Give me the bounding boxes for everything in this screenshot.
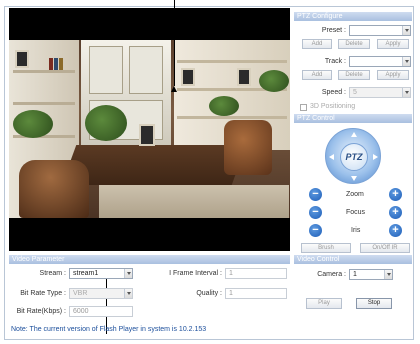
zoom-label: Zoom [346, 191, 364, 198]
arrow-left-icon[interactable] [329, 154, 334, 160]
zoom-out-button[interactable]: − [309, 188, 322, 201]
quality-input[interactable]: 1 [225, 288, 287, 299]
preset-apply-button[interactable]: Apply [377, 39, 409, 49]
track-add-button[interactable]: Add [302, 70, 332, 80]
onoff-ir-button[interactable]: On/Off IR [360, 243, 410, 253]
ptz-configure-header: PTZ Configure [294, 12, 412, 21]
arrow-up-icon[interactable] [351, 132, 357, 137]
chevron-down-icon [402, 26, 410, 35]
bitrate-type-label: Bit Rate Type : [20, 290, 66, 297]
track-delete-button[interactable]: Delete [338, 70, 370, 80]
speed-select[interactable]: 5 [349, 87, 411, 98]
stream-label: Stream : [39, 270, 66, 277]
3d-positioning-label: 3D Positioning [310, 103, 356, 110]
iframe-interval-label: I Frame Interval : [169, 270, 222, 277]
video-parameter-header: Video Parameter [9, 255, 290, 264]
pointer-line-top [174, 0, 175, 86]
chevron-down-icon [402, 88, 410, 97]
iris-open-button[interactable]: + [389, 224, 402, 237]
speed-label: Speed : [321, 89, 346, 96]
iris-label: Iris [351, 227, 361, 234]
ptz-direction-wheel[interactable]: PTZ [325, 128, 381, 184]
iris-close-button[interactable]: − [309, 224, 322, 237]
zoom-in-button[interactable]: + [389, 188, 402, 201]
stop-button[interactable]: Stop [356, 298, 392, 309]
iframe-interval-input[interactable]: 1 [225, 268, 287, 279]
stream-select[interactable]: stream1 [69, 268, 133, 279]
track-select[interactable] [349, 56, 411, 67]
focus-out-button[interactable]: − [309, 206, 322, 219]
arrow-down-icon[interactable] [351, 176, 357, 181]
video-preview[interactable] [9, 8, 290, 251]
pointer-arrow-top [171, 86, 177, 92]
preset-delete-button[interactable]: Delete [338, 39, 370, 49]
brush-button[interactable]: Brush [301, 243, 351, 253]
preset-select[interactable] [349, 25, 411, 36]
quality-label: Quality : [196, 290, 222, 297]
play-button[interactable]: Play [306, 298, 342, 309]
video-control-header: Video Control [294, 255, 412, 264]
camera-label: Camera : [317, 271, 346, 278]
pointer-line-bottom [106, 274, 107, 334]
ptz-control-header: PTZ Control [294, 114, 412, 123]
flash-version-note: Note: The current version of Flash Playe… [11, 326, 207, 333]
bitrate-input[interactable]: 6000 [69, 306, 133, 317]
track-label: Track : [324, 58, 346, 65]
3d-positioning-checkbox[interactable] [300, 104, 307, 111]
chevron-down-icon [124, 289, 132, 298]
chevron-down-icon [124, 269, 132, 278]
focus-label: Focus [346, 209, 366, 216]
ptz-center-button[interactable]: PTZ [340, 143, 368, 171]
camera-select[interactable]: 1 [349, 269, 393, 280]
chevron-down-icon [402, 57, 410, 66]
track-apply-button[interactable]: Apply [377, 70, 409, 80]
preset-label: Preset : [321, 27, 346, 34]
bitrate-label: Bit Rate(Kbps) : [16, 308, 66, 315]
preset-add-button[interactable]: Add [302, 39, 332, 49]
camera-scene-image [9, 40, 290, 218]
focus-in-button[interactable]: + [389, 206, 402, 219]
arrow-right-icon[interactable] [373, 154, 378, 160]
chevron-down-icon [384, 270, 392, 279]
bitrate-type-select[interactable]: VBR [69, 288, 133, 299]
